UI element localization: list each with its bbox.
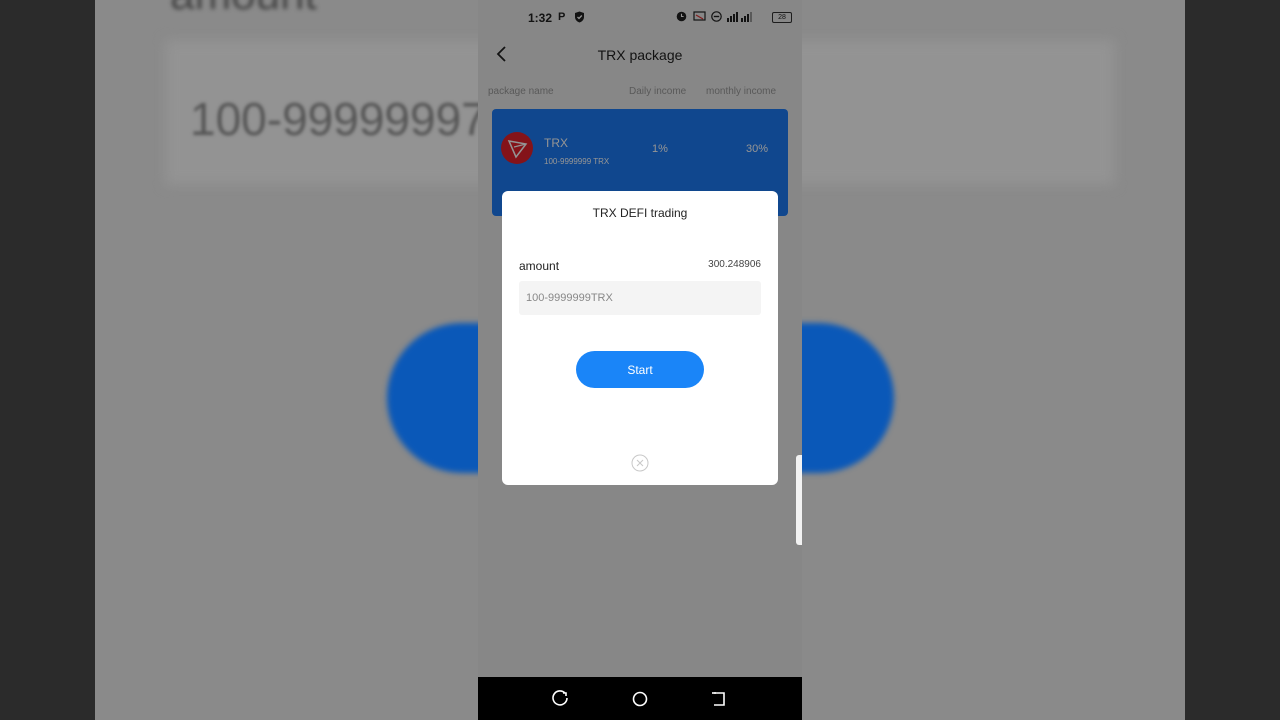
trading-dialog: TRX DEFI trading amount 300.248906 Start bbox=[502, 191, 778, 485]
recent-apps-icon bbox=[552, 690, 568, 706]
back-system-icon bbox=[712, 692, 725, 706]
dialog-title: TRX DEFI trading bbox=[592, 206, 688, 220]
home-icon bbox=[632, 691, 648, 707]
scroll-handle[interactable] bbox=[796, 455, 802, 545]
background-amount-text: 100-99999997 bbox=[190, 93, 487, 145]
phone-screen: 1:32 P 28 TRX package package name Daily… bbox=[478, 0, 802, 720]
back-system-button[interactable] bbox=[709, 689, 729, 709]
close-button[interactable] bbox=[631, 454, 649, 472]
amount-input[interactable] bbox=[519, 281, 761, 315]
amount-label: amount bbox=[519, 259, 560, 273]
recent-apps-button[interactable] bbox=[551, 689, 571, 709]
start-button[interactable]: Start bbox=[576, 351, 704, 388]
close-icon bbox=[631, 454, 649, 472]
home-button[interactable] bbox=[630, 689, 650, 709]
system-nav-bar bbox=[478, 677, 802, 720]
amount-balance: 300.248906 bbox=[708, 259, 761, 270]
background-heading: amount bbox=[170, 0, 317, 20]
